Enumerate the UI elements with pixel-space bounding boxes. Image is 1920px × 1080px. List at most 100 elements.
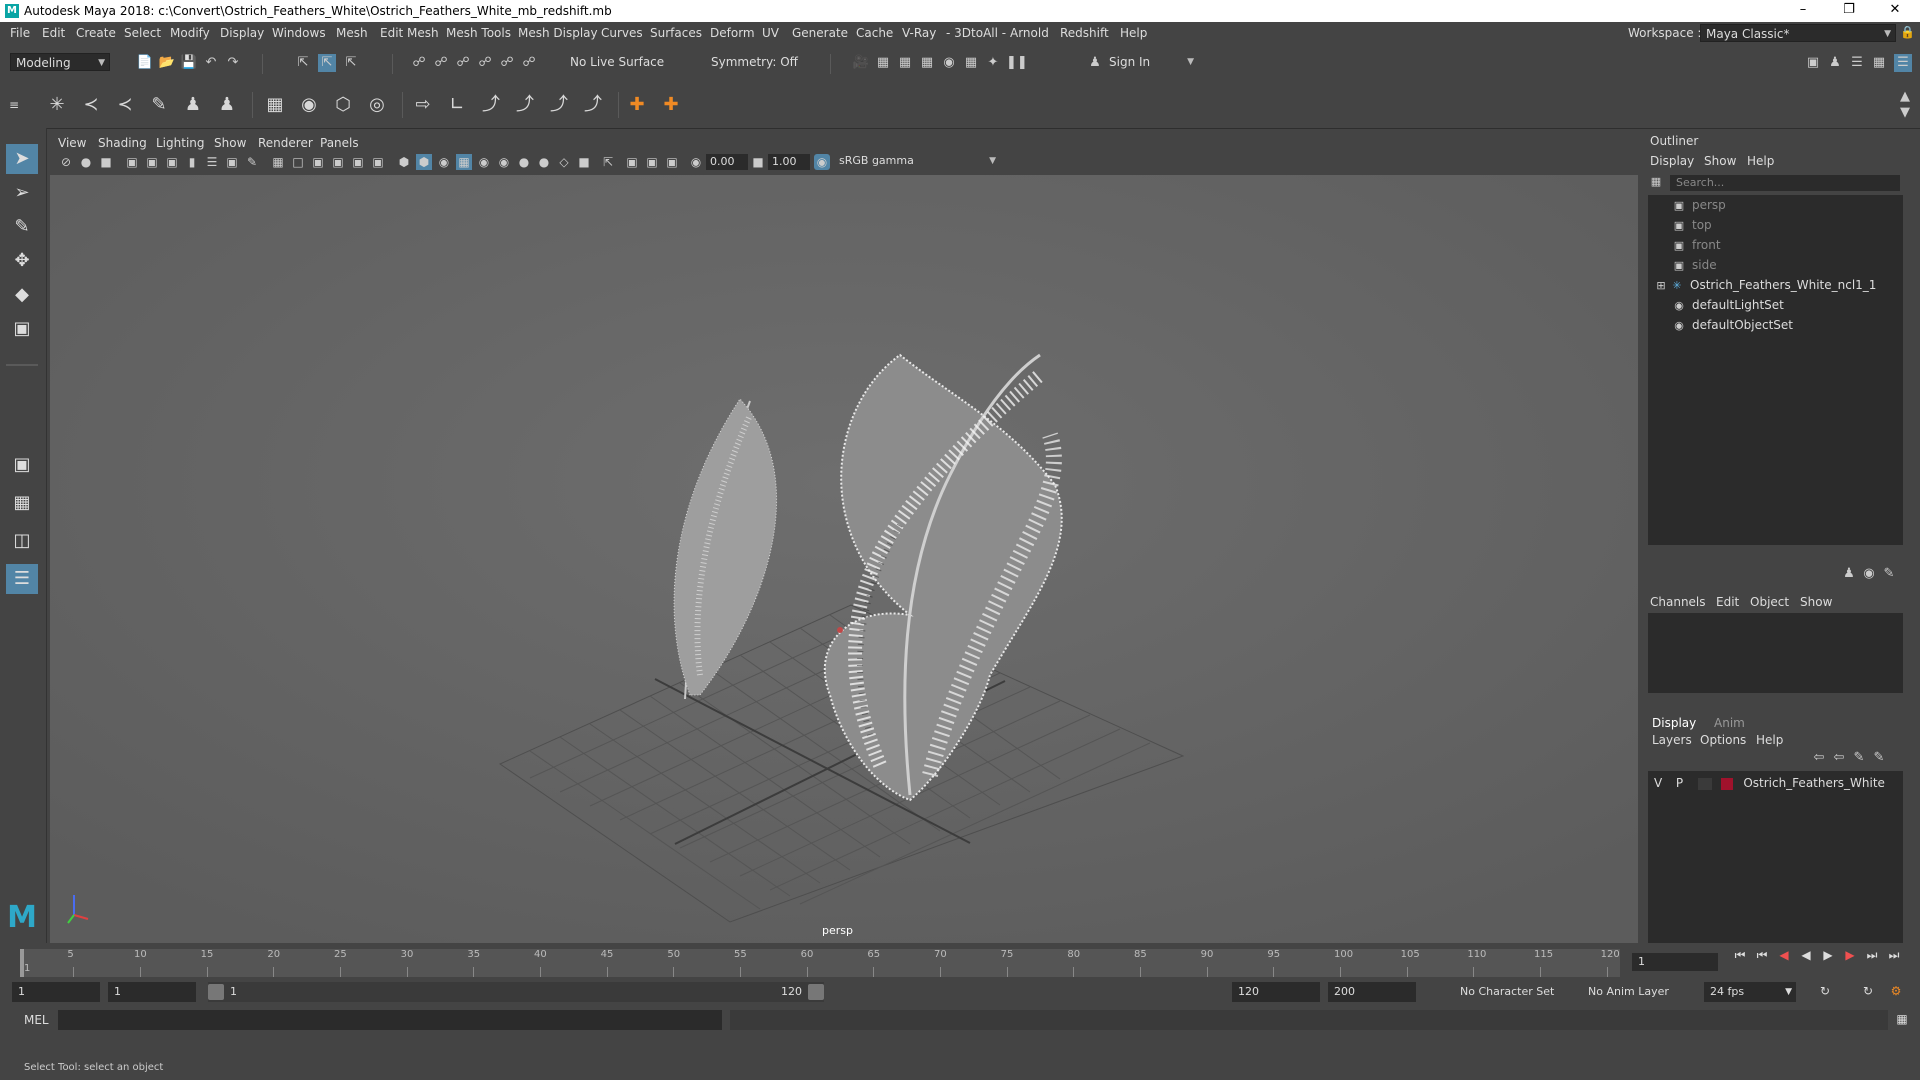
range-end-handle[interactable]: [808, 984, 824, 1000]
menu-help[interactable]: Help: [1120, 26, 1147, 40]
new-layer-selected-icon[interactable]: ✎: [1870, 749, 1888, 767]
outliner-item-default-light-set[interactable]: ◉ defaultLightSet: [1672, 295, 1784, 315]
outliner-item-side[interactable]: ▣ side: [1672, 255, 1717, 275]
maximize-button[interactable]: ❐: [1826, 0, 1872, 22]
gamma-field[interactable]: 1.00: [768, 154, 810, 170]
outliner-item-top[interactable]: ▣ top: [1672, 215, 1712, 235]
anti-alias-icon[interactable]: ▦: [456, 154, 472, 170]
motion-blur-icon[interactable]: ◉: [436, 154, 452, 170]
goto-start-icon[interactable]: ⏮: [1730, 948, 1750, 964]
scale-tool-icon[interactable]: ▣: [6, 314, 38, 344]
shelf-sculpt-deformer-icon[interactable]: ⤴: [580, 92, 606, 118]
shelf-cv-curve-icon[interactable]: ≺: [78, 92, 104, 118]
layer-tab-display[interactable]: Display: [1652, 716, 1696, 730]
xray-icon[interactable]: ●: [516, 154, 532, 170]
render-frame-icon[interactable]: ▦: [874, 54, 892, 72]
menu-create[interactable]: Create: [76, 26, 116, 40]
shelf-polygon-icon[interactable]: ⬡: [330, 92, 356, 118]
channelbox-menu-edit[interactable]: Edit: [1716, 595, 1739, 609]
panel-menu-shading[interactable]: Shading: [98, 136, 147, 150]
scroll-down-icon[interactable]: ▼: [1896, 104, 1914, 122]
lock-icon[interactable]: 🔒: [1900, 25, 1915, 39]
expand-icon[interactable]: ⊞: [1656, 276, 1666, 296]
screen-space-ao-icon[interactable]: ⬢: [416, 154, 432, 170]
smooth-shade-icon[interactable]: ▣: [310, 154, 326, 170]
outliner-menu-show[interactable]: Show: [1704, 154, 1736, 168]
new-scene-icon[interactable]: 📄: [136, 54, 154, 72]
snap-view-icon[interactable]: ☍: [476, 54, 494, 72]
shelf-joint-icon[interactable]: ♟: [180, 92, 206, 118]
shelf-menu-icon[interactable]: ≡: [6, 92, 22, 118]
symmetry-field[interactable]: Symmetry: Off: [706, 53, 804, 71]
tool-settings-icon[interactable]: ▦: [1870, 54, 1888, 72]
close-button[interactable]: ✕: [1872, 0, 1918, 22]
layers-menu-options[interactable]: Options: [1700, 733, 1746, 747]
outliner-search-input[interactable]: Search...: [1670, 175, 1900, 191]
bookmark-icon[interactable]: ■: [98, 154, 114, 170]
field-chart-icon[interactable]: ☰: [204, 154, 220, 170]
outliner-menu-help[interactable]: Help: [1747, 154, 1774, 168]
menu-3dtoall[interactable]: - 3DtoAll -: [946, 26, 1006, 40]
outliner-item-default-object-set[interactable]: ◉ defaultObjectSet: [1672, 315, 1793, 335]
layer-move-up-icon[interactable]: ⇦: [1810, 749, 1828, 767]
menu-redshift[interactable]: Redshift: [1060, 26, 1109, 40]
menu-vray[interactable]: V-Ray: [902, 26, 936, 40]
wireframe-on-shaded-icon[interactable]: ▣: [330, 154, 346, 170]
range-slider-bar[interactable]: 1 120: [208, 982, 824, 1002]
minimize-button[interactable]: –: [1780, 0, 1826, 22]
layer-color-swatch[interactable]: [1721, 777, 1734, 790]
modeling-toolkit-icon[interactable]: ▣: [1804, 54, 1822, 72]
viewport-3d[interactable]: persp: [50, 175, 1638, 943]
gate-mask-icon[interactable]: ▮: [184, 154, 200, 170]
shelf-pencil-curve-icon[interactable]: ✎: [146, 92, 172, 118]
color-space-dropdown[interactable]: sRGB gamma ▼: [834, 154, 1000, 170]
light-editor-icon[interactable]: ✦: [984, 54, 1002, 72]
frame-selection-icon[interactable]: ⇱: [600, 154, 616, 170]
xray-joints-icon[interactable]: ●: [536, 154, 552, 170]
step-back-key-icon[interactable]: ⏮: [1752, 948, 1772, 964]
menu-mesh-display[interactable]: Mesh Display: [518, 26, 598, 40]
textured-icon[interactable]: ▣: [350, 154, 366, 170]
resolution-gate-icon[interactable]: ▣: [164, 154, 180, 170]
sign-in-button[interactable]: Sign In ▼: [1104, 53, 1198, 71]
safe-title-icon[interactable]: ✎: [244, 154, 260, 170]
new-layer-icon[interactable]: ✎: [1850, 749, 1868, 767]
layers-menu-help[interactable]: Help: [1756, 733, 1783, 747]
outliner-layout-icon[interactable]: ☰: [6, 564, 38, 594]
film-gate-icon[interactable]: ▣: [144, 154, 160, 170]
menu-cache[interactable]: Cache: [856, 26, 893, 40]
undo-icon[interactable]: ↶: [202, 54, 220, 72]
shelf-soft-mod-icon[interactable]: ⤴: [546, 92, 572, 118]
render-settings-icon[interactable]: ▦: [918, 54, 936, 72]
current-frame-field[interactable]: 1: [1632, 953, 1718, 971]
isolate-select-icon[interactable]: ◉: [496, 154, 512, 170]
step-forward-frame-icon[interactable]: ▶: [1840, 948, 1860, 964]
outliner-item-persp[interactable]: ▣ persp: [1672, 195, 1726, 215]
mode-dropdown[interactable]: Modeling ▼: [10, 53, 110, 71]
shelf-ik-icon[interactable]: ♟: [214, 92, 240, 118]
channelbox-menu-object[interactable]: Object: [1750, 595, 1789, 609]
time-ruler[interactable]: 1 5 10 15 20 25 30 35 40 45 50 55 60 65 70 75 80 85 90 95 1…: [20, 949, 1620, 977]
animation-start-field[interactable]: 1: [12, 982, 100, 1002]
shelf-plus-arrow-icon[interactable]: ✚: [658, 92, 684, 118]
channel-lock-icon[interactable]: ♟: [1840, 565, 1858, 583]
menu-select[interactable]: Select: [124, 26, 161, 40]
menu-edit[interactable]: Edit: [42, 26, 65, 40]
time-slider[interactable]: 1 5 10 15 20 25 30 35 40 45 50 55 60 65 70 75 80 85 90 95 1…: [0, 943, 1920, 978]
safe-action-icon[interactable]: ▣: [224, 154, 240, 170]
two-d-pan-icon[interactable]: ▣: [644, 154, 660, 170]
menu-modify[interactable]: Modify: [170, 26, 210, 40]
playback-end-field[interactable]: 120: [1232, 982, 1320, 1002]
auto-key-icon[interactable]: ↻: [1858, 984, 1878, 1000]
layer-tab-anim[interactable]: Anim: [1714, 716, 1745, 730]
wireframe-icon[interactable]: □: [290, 154, 306, 170]
select-hierarchy-icon[interactable]: ⇱: [294, 54, 312, 72]
channel-box-icon[interactable]: ☰: [1894, 54, 1912, 72]
play-forward-icon[interactable]: ▶: [1818, 948, 1838, 964]
play-backward-icon[interactable]: ◀: [1796, 948, 1816, 964]
shelf-cluster-icon[interactable]: ⤴: [512, 92, 538, 118]
channel-mute-icon[interactable]: ◉: [1860, 565, 1878, 583]
shelf-extrude-icon[interactable]: ⇨: [410, 92, 436, 118]
shelf-wire-icon[interactable]: ⤴: [478, 92, 504, 118]
rotate-tool-icon[interactable]: ◆: [6, 280, 38, 310]
